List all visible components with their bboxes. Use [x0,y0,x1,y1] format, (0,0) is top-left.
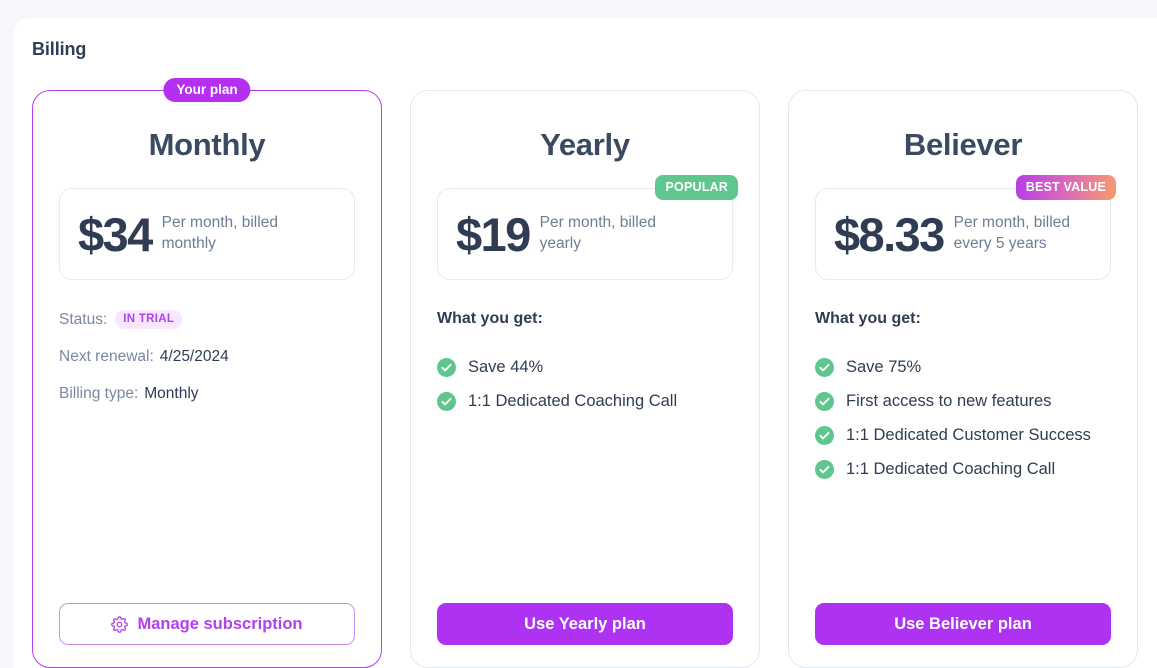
status-badge: IN TRIAL [115,310,183,329]
use-believer-plan-label: Use Believer plan [894,614,1032,633]
check-circle-icon [815,392,834,412]
gear-icon [111,615,129,633]
billing-type-label: Billing type: [59,385,139,402]
subscription-details: Status: IN TRIAL Next renewal: 4/25/2024… [59,310,355,403]
manage-subscription-label: Manage subscription [137,614,303,633]
feature-item: Save 44% [437,356,733,380]
plan-card-list: Your plan Monthly $34 Per month, billed … [32,78,1138,668]
next-renewal-value: 4/25/2024 [159,348,229,365]
price-amount-believer: $8.33 [834,207,945,261]
billing-type-value: Monthly [144,385,199,402]
feature-item: First access to new features [815,390,1111,414]
features-title-believer: What you get: [815,310,921,327]
price-caption-yearly: Per month, billed yearly [539,214,656,252]
plan-card-believer: Believer BEST VALUE $8.33 Per month, bil… [788,90,1138,668]
feature-item: 1:1 Dedicated Coaching Call [815,458,1111,482]
check-circle-icon [815,460,834,480]
manage-subscription-button[interactable]: Manage subscription [59,603,355,645]
feature-label: Save 75% [846,358,922,376]
check-circle-icon [437,358,456,378]
use-believer-plan-button[interactable]: Use Believer plan [815,603,1111,645]
billing-type-row: Billing type: Monthly [59,385,355,403]
check-circle-icon [815,358,834,378]
price-box-yearly: POPULAR $19 Per month, billed yearly [437,175,738,280]
plan-card-yearly: Yearly POPULAR $19 Per month, billed yea… [410,90,760,668]
billing-panel: Billing Your plan Monthly $34 Per month,… [14,18,1157,668]
status-label: Status: [59,310,108,328]
current-plan-flag: Your plan [163,78,251,102]
feature-label: 1:1 Dedicated Coaching Call [468,391,678,410]
check-circle-icon [437,392,456,412]
price-box-believer: BEST VALUE $8.33 Per month, billed every… [815,175,1116,280]
status-row: Status: IN TRIAL [59,310,355,329]
best-value-ribbon: BEST VALUE [1015,175,1116,200]
price-amount-monthly: $34 [78,207,153,261]
feature-label: 1:1 Dedicated Coaching Call [846,459,1056,478]
price-box-monthly: $34 Per month, billed monthly [59,188,355,280]
feature-label: Save 44% [468,358,544,376]
feature-label: 1:1 Dedicated Customer Success [846,425,1091,444]
plan-name-yearly: Yearly [540,127,630,162]
feature-label: First access to new features [846,391,1052,410]
page-title: Billing [32,39,87,59]
features-title-yearly: What you get: [437,310,543,327]
next-renewal-row: Next renewal: 4/25/2024 [59,348,355,366]
price-caption-believer: Per month, billed every 5 years [953,214,1070,252]
next-renewal-label: Next renewal: [59,348,154,365]
plan-name-monthly: Monthly [148,127,266,162]
use-yearly-plan-button[interactable]: Use Yearly plan [437,603,733,645]
use-yearly-plan-label: Use Yearly plan [524,614,646,633]
feature-item: 1:1 Dedicated Coaching Call [437,390,733,414]
feature-item: 1:1 Dedicated Customer Success [815,424,1111,448]
feature-item: Save 75% [815,356,1111,380]
plan-name-believer: Believer [903,127,1023,162]
features-list-yearly: Save 44% 1:1 Dedicated Coaching Call [437,356,733,414]
check-circle-icon [815,426,834,446]
price-caption-monthly: Per month, billed monthly [161,214,278,252]
popular-ribbon: POPULAR [655,175,738,200]
plan-card-monthly: Your plan Monthly $34 Per month, billed … [32,78,382,668]
price-amount-yearly: $19 [456,207,531,261]
features-list-believer: Save 75% First access to new features 1:… [815,356,1111,482]
